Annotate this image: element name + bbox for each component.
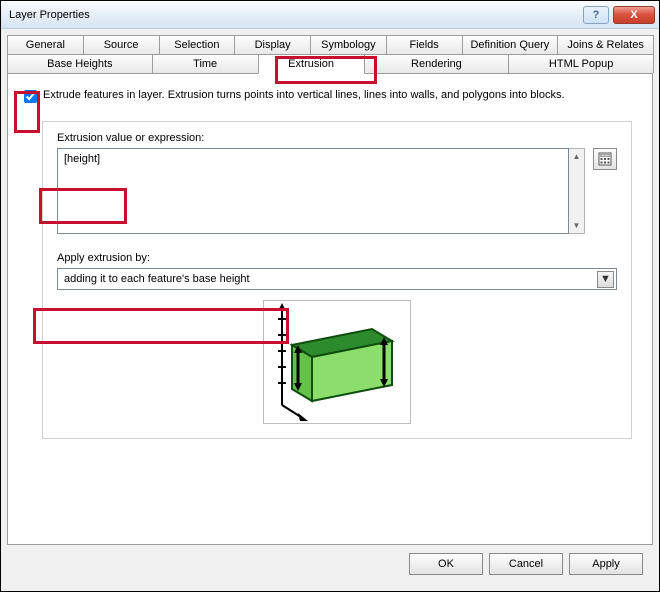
tab-general[interactable]: General [7, 35, 84, 54]
tab-display[interactable]: Display [234, 35, 311, 54]
apply-by-label: Apply extrusion by: [57, 252, 617, 264]
ok-button[interactable]: OK [409, 553, 483, 575]
expression-builder-button[interactable] [593, 148, 617, 170]
scroll-up-icon: ▲ [569, 149, 584, 164]
tab-joins-relates[interactable]: Joins & Relates [557, 35, 654, 54]
help-icon: ? [593, 9, 600, 21]
tab-row-2: Base Heights Time Extrusion Rendering HT… [7, 54, 653, 73]
expression-value: [height] [64, 153, 100, 165]
dialog-window: Layer Properties ? X General Source Sele… [0, 0, 660, 592]
tab-fields[interactable]: Fields [386, 35, 463, 54]
extrude-checkbox[interactable] [24, 90, 37, 103]
tab-row-1: General Source Selection Display Symbolo… [7, 35, 653, 54]
tab-source[interactable]: Source [83, 35, 160, 54]
window-title: Layer Properties [9, 9, 579, 21]
tab-base-heights[interactable]: Base Heights [7, 54, 153, 73]
tab-time[interactable]: Time [152, 54, 259, 73]
extrusion-settings-group: Extrusion value or expression: [height] … [42, 121, 632, 439]
extrusion-preview-icon [264, 301, 410, 423]
tab-selection[interactable]: Selection [159, 35, 236, 54]
calculator-icon [598, 152, 612, 166]
apply-by-value: adding it to each feature's base height [64, 273, 250, 285]
extrude-option-row: Extrude features in layer. Extrusion tur… [24, 88, 636, 103]
extrusion-preview [263, 300, 411, 424]
tab-container: General Source Selection Display Symbolo… [7, 35, 653, 545]
tab-html-popup[interactable]: HTML Popup [508, 54, 654, 73]
tab-definition-query[interactable]: Definition Query [462, 35, 559, 54]
expression-scrollbar[interactable]: ▲ ▼ [569, 148, 585, 234]
expression-row: [height] ▲ ▼ [57, 148, 617, 234]
apply-button[interactable]: Apply [569, 553, 643, 575]
expression-label: Extrusion value or expression: [57, 132, 617, 144]
dialog-buttons: OK Cancel Apply [7, 545, 653, 585]
expression-textarea[interactable]: [height] [57, 148, 569, 234]
content-area: General Source Selection Display Symbolo… [1, 29, 659, 591]
apply-by-combobox[interactable]: adding it to each feature's base height … [57, 268, 617, 290]
scroll-down-icon: ▼ [569, 218, 584, 233]
help-button[interactable]: ? [583, 6, 609, 24]
tab-page-extrusion: Extrude features in layer. Extrusion tur… [7, 73, 653, 545]
extrude-checkbox-label: Extrude features in layer. Extrusion tur… [43, 88, 565, 103]
cancel-button[interactable]: Cancel [489, 553, 563, 575]
close-icon: X [630, 9, 637, 21]
tab-extrusion[interactable]: Extrusion [258, 54, 365, 74]
tab-symbology[interactable]: Symbology [310, 35, 387, 54]
tab-rendering[interactable]: Rendering [364, 54, 510, 73]
titlebar: Layer Properties ? X [1, 1, 659, 29]
chevron-down-icon: ▼ [597, 271, 614, 288]
close-button[interactable]: X [613, 6, 655, 24]
